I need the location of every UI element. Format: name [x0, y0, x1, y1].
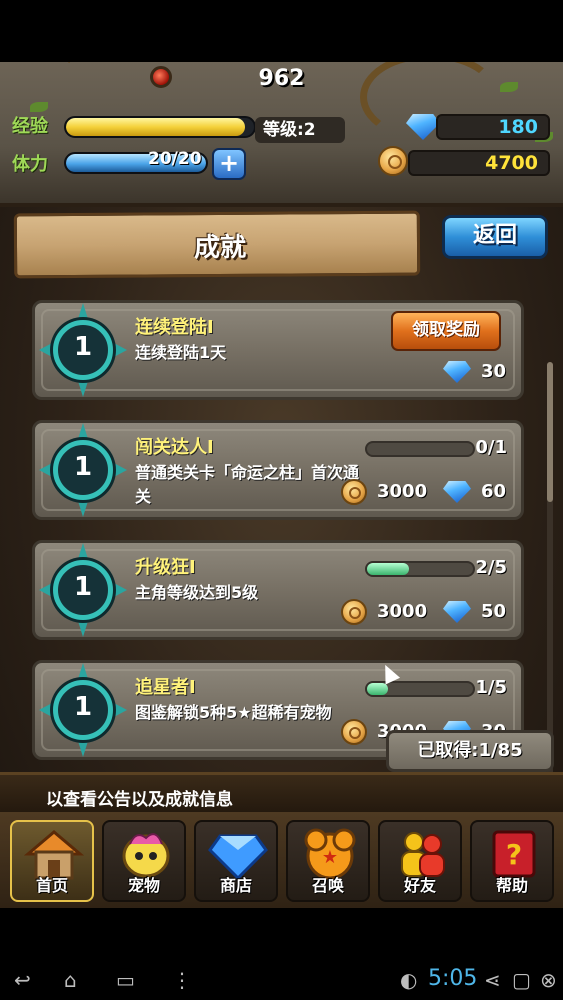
notice-bar: 以查看公告以及成就信息: [0, 772, 563, 812]
achievement-desc: 连续登陆1天: [135, 343, 227, 362]
nav-label: 首页: [35, 876, 68, 895]
back-nav-icon[interactable]: ↩: [14, 968, 31, 992]
progress-bar: [365, 681, 475, 697]
medal-icon: 1: [39, 303, 127, 397]
coin-icon: [378, 146, 408, 176]
achievement-title: 升级狂I: [135, 557, 196, 578]
nav-pets[interactable]: 宠物: [102, 820, 186, 902]
progress-text: 0/1: [475, 437, 507, 458]
gem-count: 180: [436, 114, 550, 140]
gem-reward: 50: [481, 601, 507, 622]
android-system-bar: ↩ ⌂ ▭ ⋮ ◐ 5:05 ⋖ ▢ ⊗: [0, 958, 563, 1000]
gem-reward: 30: [481, 361, 507, 382]
coin-reward: 3000: [377, 601, 428, 622]
nav-home[interactable]: 首页: [10, 820, 94, 902]
achievement-card: 1 闯关达人I 普通类关卡「命运之柱」首次通关 0/1 3000 60: [32, 420, 524, 520]
achievement-title: 追星者I: [135, 677, 196, 698]
leaf-decoration: [30, 102, 48, 112]
nav-label: 宠物: [127, 876, 160, 895]
exp-label: 经验: [12, 116, 48, 137]
coin-reward: 3000: [377, 481, 428, 502]
gem-reward: 60: [481, 481, 507, 502]
nav-summon[interactable]: ★ 召唤: [286, 820, 370, 902]
share-icon[interactable]: ⋖: [484, 968, 501, 992]
home-nav-icon[interactable]: ⌂: [64, 968, 77, 992]
notice-text: 以查看公告以及成就信息: [46, 790, 233, 810]
nav-help[interactable]: ? 帮助: [470, 820, 554, 902]
top-hud: 962 经验 等级:2 体力 20/20 + 180 4700: [0, 62, 563, 207]
close-icon[interactable]: ⊗: [540, 968, 557, 992]
stamina-label: 体力: [12, 154, 48, 175]
progress-bar: [365, 441, 475, 457]
menu-dots-icon[interactable]: ⋮: [172, 968, 192, 992]
medal-icon: 1: [39, 543, 127, 637]
recent-apps-icon[interactable]: ▭: [116, 968, 135, 992]
notification-icon: ◐: [400, 968, 418, 992]
progress-fill: [367, 563, 410, 575]
scrollbar-thumb[interactable]: [547, 362, 553, 502]
achievement-desc: 主角等级达到5级: [135, 583, 259, 602]
achievement-card: 1 连续登陆I 连续登陆1天 领取奖励 30: [32, 300, 524, 400]
nav-label: 召唤: [311, 876, 344, 895]
exp-bar-fill: [66, 118, 245, 136]
svg-text:★: ★: [322, 847, 338, 868]
exp-bar: [64, 116, 256, 138]
back-button[interactable]: 返回: [442, 215, 548, 259]
bottom-nav: 首页 宠物 商店 ★ 召唤 好友 ? 帮助: [0, 812, 563, 908]
list-scrollbar[interactable]: [547, 362, 553, 782]
nav-label: 好友: [403, 876, 436, 895]
achievement-title: 闯关达人I: [135, 437, 214, 458]
achievement-level: 1: [73, 572, 93, 602]
coin-icon: [341, 599, 367, 625]
stamina-value: 20/20: [148, 149, 202, 169]
nav-label: 商店: [219, 876, 252, 895]
svg-text:?: ?: [506, 838, 522, 871]
system-clock: 5:05: [428, 966, 478, 991]
progress-text: 1/5: [475, 677, 507, 698]
collected-count: 已取得:1/85: [386, 730, 554, 772]
level-indicator: 等级:2: [255, 117, 345, 143]
achievement-list[interactable]: 1 连续登陆I 连续登陆1天 领取奖励 30 1 闯关达人I 普通类关卡「命运之…: [0, 290, 563, 770]
game-screen: 962 经验 等级:2 体力 20/20 + 180 4700 成就 返回 1 …: [0, 62, 563, 908]
progress-bar: [365, 561, 475, 577]
progress-text: 2/5: [475, 557, 507, 578]
nav-shop[interactable]: 商店: [194, 820, 278, 902]
achievement-title: 连续登陆I: [135, 317, 214, 338]
achievement-desc: 图鉴解锁5种5★超稀有宠物: [135, 703, 332, 722]
coin-count: 4700: [408, 150, 550, 176]
achievement-level: 1: [73, 692, 93, 722]
nav-label: 帮助: [495, 876, 528, 895]
progress-fill: [367, 683, 389, 695]
title-board: 成就: [13, 210, 421, 279]
window-icon[interactable]: ▢: [512, 968, 531, 992]
coin-icon: [341, 719, 367, 745]
coin-icon: [341, 479, 367, 505]
medal-icon: 1: [39, 423, 127, 517]
score-display: 962: [258, 66, 305, 91]
add-stamina-button[interactable]: +: [212, 148, 246, 180]
medal-icon: 1: [39, 663, 127, 757]
plus-icon: +: [218, 149, 240, 177]
page-title: 成就: [193, 232, 247, 264]
achievement-desc: 普通类关卡「命运之柱」首次通关: [135, 463, 360, 506]
nav-friends[interactable]: 好友: [378, 820, 462, 902]
achievement-level: 1: [73, 332, 93, 362]
achievement-card: 1 升级狂I 主角等级达到5级 2/5 3000 50: [32, 540, 524, 640]
claim-reward-button[interactable]: 领取奖励: [391, 311, 501, 351]
achievement-level: 1: [73, 452, 93, 482]
